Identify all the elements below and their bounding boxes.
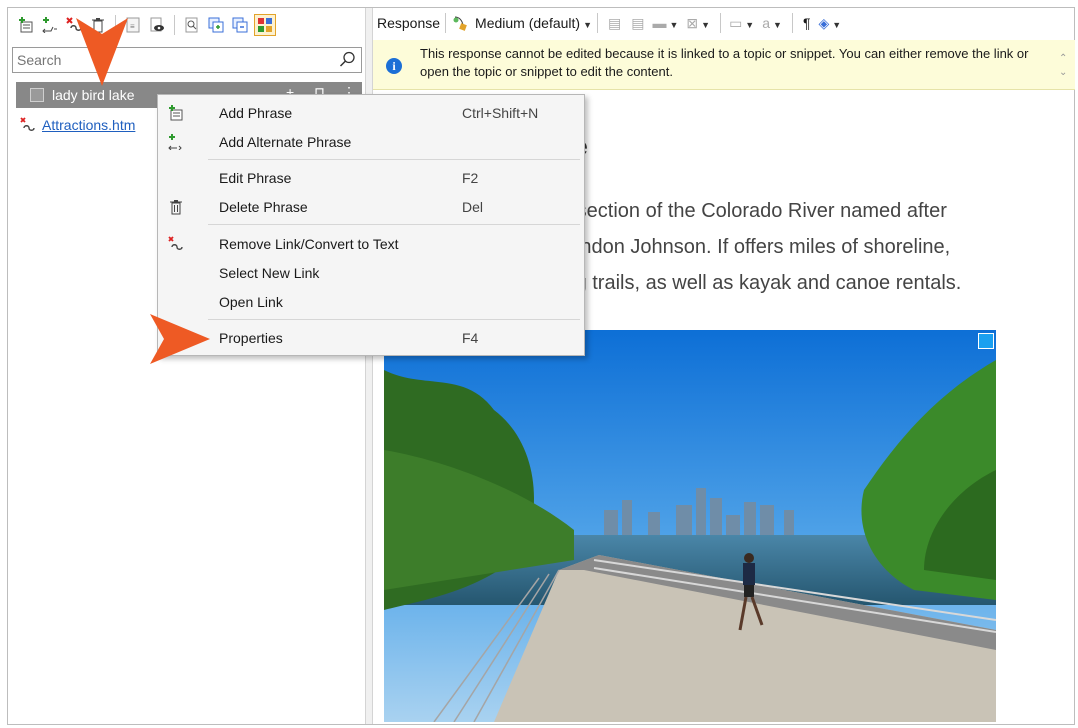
view-icon[interactable]: ◈ ▼ (818, 15, 841, 32)
insert-topic-icon[interactable]: ▤ (608, 15, 621, 32)
info-bar: i This response cannot be edited because… (373, 40, 1075, 90)
content-paragraph: a section of the Colorado River named af… (560, 193, 1060, 301)
para-line: a section of the Colorado River named af… (560, 200, 947, 222)
text-style-icon[interactable]: a ▼ (762, 15, 782, 31)
grid-view-icon[interactable] (254, 14, 276, 36)
phrase-toolbar: ≡ (8, 8, 365, 42)
menu-item-open-link[interactable]: Open Link (158, 288, 584, 316)
response-label: Response (377, 15, 441, 31)
topic-link[interactable]: Attractions.htm (42, 117, 135, 133)
toolbar-separator (597, 13, 599, 33)
menu-item-delete-phrase[interactable]: Delete Phrase Del (158, 193, 584, 221)
search-icon[interactable] (339, 51, 356, 68)
content-photo[interactable] (384, 330, 996, 722)
search-input[interactable] (13, 48, 331, 72)
linked-topic-row[interactable]: Attractions.htm (20, 114, 135, 136)
menu-item-properties[interactable]: Properties F4 (158, 324, 584, 352)
phrase-checkbox[interactable] (30, 88, 44, 102)
menu-item-add-alternate-phrase[interactable]: Add Alternate Phrase (158, 128, 584, 156)
toolbar-separator (720, 13, 722, 33)
chevron-down-icon: ▼ (583, 20, 593, 30)
add-phrase-icon[interactable] (16, 15, 36, 35)
menu-separator (208, 224, 580, 225)
menu-item-remove-link[interactable]: Remove Link/Convert to Text (158, 230, 584, 258)
menu-item-shortcut: Del (462, 199, 484, 215)
info-scroll-arrows[interactable]: ⌃ ⌄ (1059, 52, 1069, 80)
remove-link-icon (168, 236, 183, 250)
add-alternate-phrase-icon[interactable] (40, 15, 60, 35)
menu-item-label: Open Link (219, 294, 283, 310)
menu-item-shortcut: F4 (462, 330, 479, 346)
info-message: This response cannot be edited because i… (420, 46, 1029, 79)
para-line: ing trails, as well as kayak and canoe r… (560, 272, 962, 294)
menu-separator (208, 319, 580, 320)
menu-item-shortcut: Ctrl+Shift+N (462, 105, 539, 121)
menu-item-label: Select New Link (219, 265, 320, 281)
toolbar-separator (174, 15, 175, 35)
add-alternate-phrase-icon (168, 134, 182, 150)
search-field[interactable] (12, 47, 362, 73)
insert-snippet-icon[interactable]: ▤ (631, 15, 644, 32)
menu-item-label: Add Phrase (219, 105, 293, 121)
add-phrase-icon (169, 105, 183, 121)
delete-icon (170, 200, 182, 215)
menu-item-label: Add Alternate Phrase (219, 134, 352, 150)
menu-item-label: Edit Phrase (219, 170, 292, 186)
medium-label: Medium (default) (475, 15, 581, 31)
menu-item-edit-phrase[interactable]: Edit Phrase F2 (158, 164, 584, 192)
info-icon: i (386, 58, 402, 74)
menu-item-label: Remove Link/Convert to Text (219, 236, 399, 252)
remove-link-icon (20, 117, 35, 131)
image-selection-handle[interactable] (978, 333, 994, 349)
menu-item-add-phrase[interactable]: Add Phrase Ctrl+Shift+N (158, 99, 584, 127)
medium-icon[interactable] (451, 15, 467, 31)
callout-arrow-down (76, 18, 128, 86)
para-line: Lyndon Johnson. If offers miles of shore… (560, 236, 951, 258)
copy-icon[interactable] (206, 15, 226, 35)
callout-arrow-right (150, 314, 210, 364)
insert-link-icon[interactable]: ⊠ ▼ (686, 15, 710, 32)
toolbar-separator (445, 13, 447, 33)
paste-icon[interactable] (230, 15, 250, 35)
preview-icon[interactable] (147, 15, 167, 35)
response-toolbar: Response Medium (default) ▼ ▤ ▤ ▬ ▼ ⊠ ▼ ▭ ▼ … (373, 8, 1075, 38)
text-format-icon[interactable]: ▭ ▼ (729, 15, 754, 32)
menu-separator (208, 159, 580, 160)
pilcrow-icon[interactable]: ¶ (803, 15, 811, 31)
menu-item-label: Properties (219, 330, 283, 346)
menu-item-select-new-link[interactable]: Select New Link (158, 259, 584, 287)
toolbar-separator (791, 13, 793, 33)
context-menu: Add Phrase Ctrl+Shift+N Add Alternate Ph… (157, 94, 585, 356)
find-icon[interactable] (182, 15, 202, 35)
menu-item-label: Delete Phrase (219, 199, 308, 215)
menu-item-shortcut: F2 (462, 170, 479, 186)
medium-dropdown[interactable]: Medium (default) ▼ (475, 15, 592, 31)
insert-variable-icon[interactable]: ▬ ▼ (652, 15, 678, 31)
